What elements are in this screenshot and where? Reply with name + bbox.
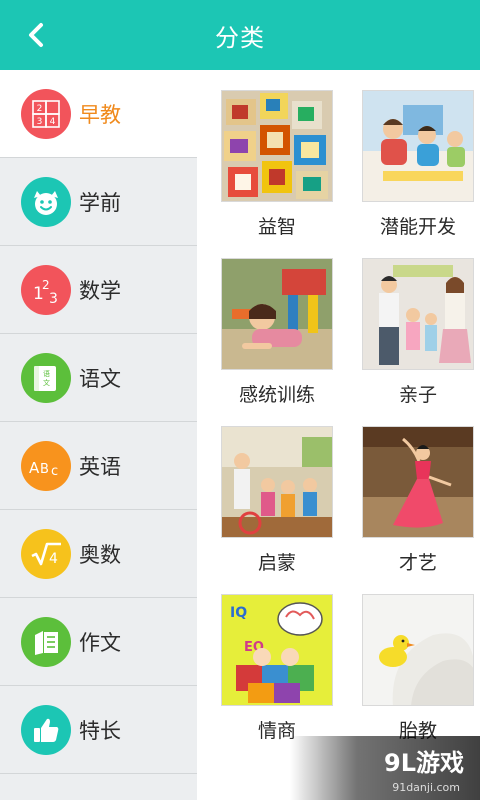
classroom-image: [221, 426, 333, 538]
thumbs-up-icon: [21, 704, 71, 755]
pregnant-duck-image: [362, 594, 474, 706]
svg-text:文: 文: [43, 378, 50, 387]
sidebar-item-math[interactable]: 1 2 3 数学: [0, 246, 197, 334]
svg-text:A: A: [29, 459, 40, 477]
sidebar-item-label: 学前: [79, 190, 121, 215]
sidebar-item-english[interactable]: A B c 英语: [0, 422, 197, 510]
category-label: 才艺: [398, 552, 437, 574]
svg-text:c: c: [51, 464, 58, 479]
sidebar-item-chinese[interactable]: 语 文 语文: [0, 334, 197, 422]
sidebar-item-label: 早教: [79, 102, 121, 127]
iq-eq-cartoon-image: IQ EQ: [221, 594, 333, 706]
dancer-image: [362, 426, 474, 538]
svg-text:3: 3: [49, 291, 58, 307]
category-label: 感统训练: [238, 384, 315, 406]
svg-text:4: 4: [50, 117, 56, 127]
book-icon: 语 文: [21, 352, 71, 403]
sidebar-item-label: 语文: [79, 366, 121, 391]
abc-icon: A B c: [21, 440, 71, 491]
number-grid-icon: 2 3 4: [21, 88, 71, 139]
category-grid: 益智 潜能开发 感统训练 亲子 启蒙 才艺 IQ EQ 情商 胎教: [197, 70, 480, 800]
category-label: 益智: [257, 216, 296, 238]
sidebar-item-olympiad-math[interactable]: 4 奥数: [0, 510, 197, 598]
sidebar-item-label: 数学: [79, 278, 121, 303]
numbers-123-icon: 1 2 3: [21, 264, 71, 315]
sidebar-item-label: 特长: [79, 718, 121, 743]
svg-text:IQ: IQ: [230, 605, 247, 621]
alphabet-blocks-image: [221, 90, 333, 202]
sidebar-item-talent[interactable]: 特长: [0, 686, 197, 774]
category-label: 启蒙: [257, 552, 296, 574]
smiley-face-icon: [21, 176, 71, 227]
family-photo-image: [362, 258, 474, 370]
girl-crawling-image: [221, 258, 333, 370]
svg-text:语: 语: [43, 369, 50, 378]
svg-text:2: 2: [42, 278, 50, 292]
category-sidebar: 2 3 4 早教 学前 1 2 3 数学 语 文 语文 A B c 英语 4 奥…: [0, 70, 197, 800]
sidebar-item-label: 作文: [79, 630, 121, 655]
sidebar-item-label: 英语: [79, 454, 121, 479]
app-header: 分类: [0, 0, 480, 70]
sidebar-item-preschool[interactable]: 学前: [0, 158, 197, 246]
watermark-url: 91danji.com: [392, 781, 460, 794]
watermark-logo: 9L游戏: [384, 749, 464, 777]
sidebar-item-composition[interactable]: 作文: [0, 598, 197, 686]
page-title: 分类: [215, 23, 265, 52]
svg-text:3: 3: [37, 117, 43, 127]
watermark: 9L游戏 91danji.com: [290, 736, 480, 800]
category-label: 亲子: [398, 384, 437, 406]
svg-text:B: B: [40, 462, 49, 477]
svg-text:4: 4: [49, 551, 58, 567]
category-label: 潜能开发: [379, 216, 456, 238]
sidebar-item-early-education[interactable]: 2 3 4 早教: [0, 70, 197, 158]
kids-drawing-image: [362, 90, 474, 202]
notebook-icon: [21, 616, 71, 667]
svg-text:2: 2: [37, 104, 43, 114]
sidebar-item-label: 奥数: [79, 542, 121, 567]
square-root-icon: 4: [21, 528, 71, 579]
